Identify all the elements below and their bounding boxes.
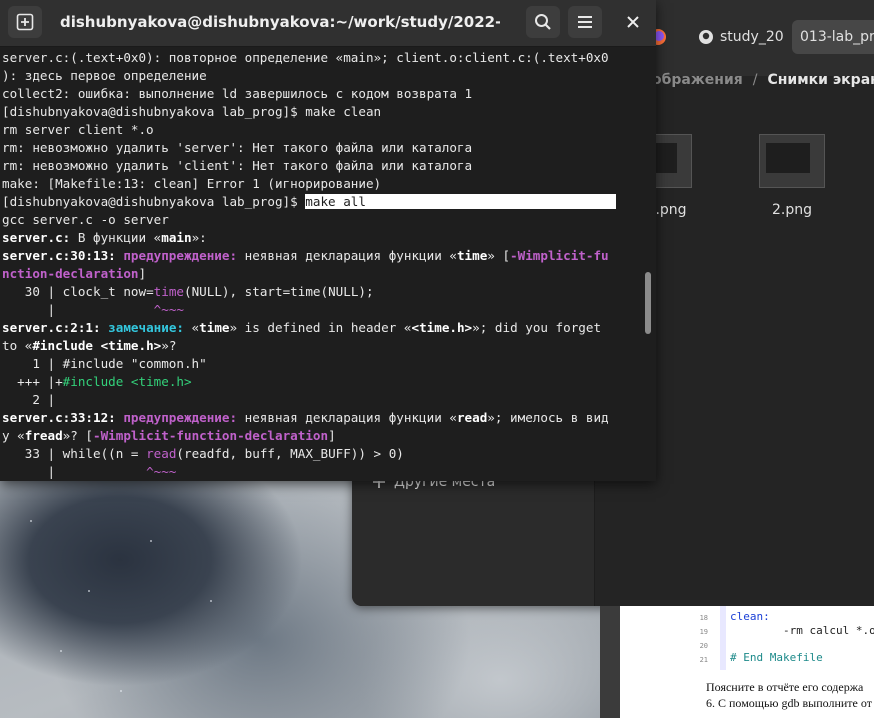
new-tab-icon [16, 13, 34, 31]
doc-line: Поясните в отчёте его содержа [706, 680, 864, 694]
breadcrumb: ображения/Снимки экрана [652, 72, 874, 88]
tab-label: 013-lab_pr [800, 29, 874, 45]
code-line: -rm calcul *.o *~ [782, 624, 874, 637]
code-line: # End Makefile [730, 651, 823, 664]
hamburger-menu-icon [578, 16, 592, 28]
line-number: 21 [699, 656, 708, 664]
new-tab-button[interactable] [8, 6, 42, 38]
source-line: 30 | clock_t now=time(NULL), start=time(… [2, 284, 374, 299]
search-button[interactable] [526, 6, 560, 38]
source-line: 2 | [2, 392, 56, 407]
code-block: 18 19 20 21 clean: -rm calcul *.o *~ # E… [620, 606, 874, 670]
terminal-output[interactable]: server.c:(.text+0x0): повторное определе… [0, 48, 642, 481]
warning-line: server.c:33:12: предупреждение: неявная … [2, 410, 609, 425]
code-line: clean: [730, 610, 770, 623]
close-icon [627, 16, 639, 28]
source-line: 1 | #include "common.h" [2, 356, 207, 371]
output-line: server.c: В функции «main»: [2, 230, 207, 245]
menu-button[interactable] [568, 6, 602, 38]
caret-line: | ^~~~ [2, 302, 184, 317]
breadcrumb-parent[interactable]: ображения [652, 72, 743, 88]
source-line: 33 | while((n = read(readfd, buff, MAX_B… [2, 446, 404, 461]
terminal-headerbar: dishubnyakova@dishubnyakova:~/work/study… [0, 0, 656, 47]
note-line: server.c:2:1: замечание: «time» is defin… [2, 320, 602, 335]
note-line: to «#include <time.h>»? [2, 338, 177, 353]
github-icon [699, 30, 713, 44]
warning-line: nction-declaration] [2, 266, 147, 281]
output-line: gcc server.c -o server [2, 212, 169, 227]
output-line: rm server client *.o [2, 122, 154, 137]
terminal-window[interactable]: dishubnyakova@dishubnyakova:~/work/study… [0, 0, 656, 481]
tab-github[interactable]: study_20 [690, 20, 798, 54]
selected-command: make all [305, 194, 617, 209]
line-number: 18 [699, 614, 708, 622]
file-thumbnail [759, 134, 825, 188]
file-item[interactable]: 2.png [757, 134, 827, 218]
breadcrumb-current[interactable]: Снимки экрана [767, 72, 874, 88]
output-line: rm: невозможно удалить 'server': Нет так… [2, 140, 473, 155]
output-line: make: [Makefile:13: clean] Error 1 (игно… [2, 176, 382, 191]
warning-line: server.c:30:13: предупреждение: неявная … [2, 248, 609, 263]
line-number: 20 [699, 642, 708, 650]
caret-line: | ^~~~ [2, 464, 177, 479]
tab-label: study_20 [720, 29, 784, 45]
prompt-line[interactable]: [dishubnyakova@dishubnyakova lab_prog]$ … [2, 193, 617, 211]
source-line: +++ |+#include <time.h> [2, 374, 192, 389]
file-name: 2.png [771, 202, 812, 218]
tab-active[interactable]: 013-lab_pr [792, 20, 874, 54]
document-window: 18 19 20 21 clean: -rm calcul *.o *~ # E… [600, 606, 874, 718]
window-title: dishubnyakova@dishubnyakova:~/work/study… [60, 13, 500, 31]
output-line: collect2: ошибка: выполнение ld завершил… [2, 86, 473, 101]
terminal-scrollbar[interactable] [645, 272, 651, 334]
file-name: .png [655, 202, 687, 218]
document-text: Поясните в отчёте его содержа 6. С помощ… [620, 670, 874, 718]
output-line: rm: невозможно удалить 'client': Нет так… [2, 158, 473, 173]
output-line: ): здесь первое определение [2, 68, 207, 83]
line-number: 19 [699, 628, 708, 636]
output-line: [dishubnyakova@dishubnyakova lab_prog]$ … [2, 104, 382, 119]
doc-line: 6. С помощью gdb выполните от [706, 696, 872, 710]
warning-line: у «fread»? [-Wimplicit-function-declarat… [2, 428, 336, 443]
close-button[interactable] [616, 6, 650, 38]
search-icon [535, 14, 551, 30]
shell-prompt: [dishubnyakova@dishubnyakova lab_prog]$ [2, 194, 306, 209]
output-line: server.c:(.text+0x0): повторное определе… [2, 50, 609, 65]
